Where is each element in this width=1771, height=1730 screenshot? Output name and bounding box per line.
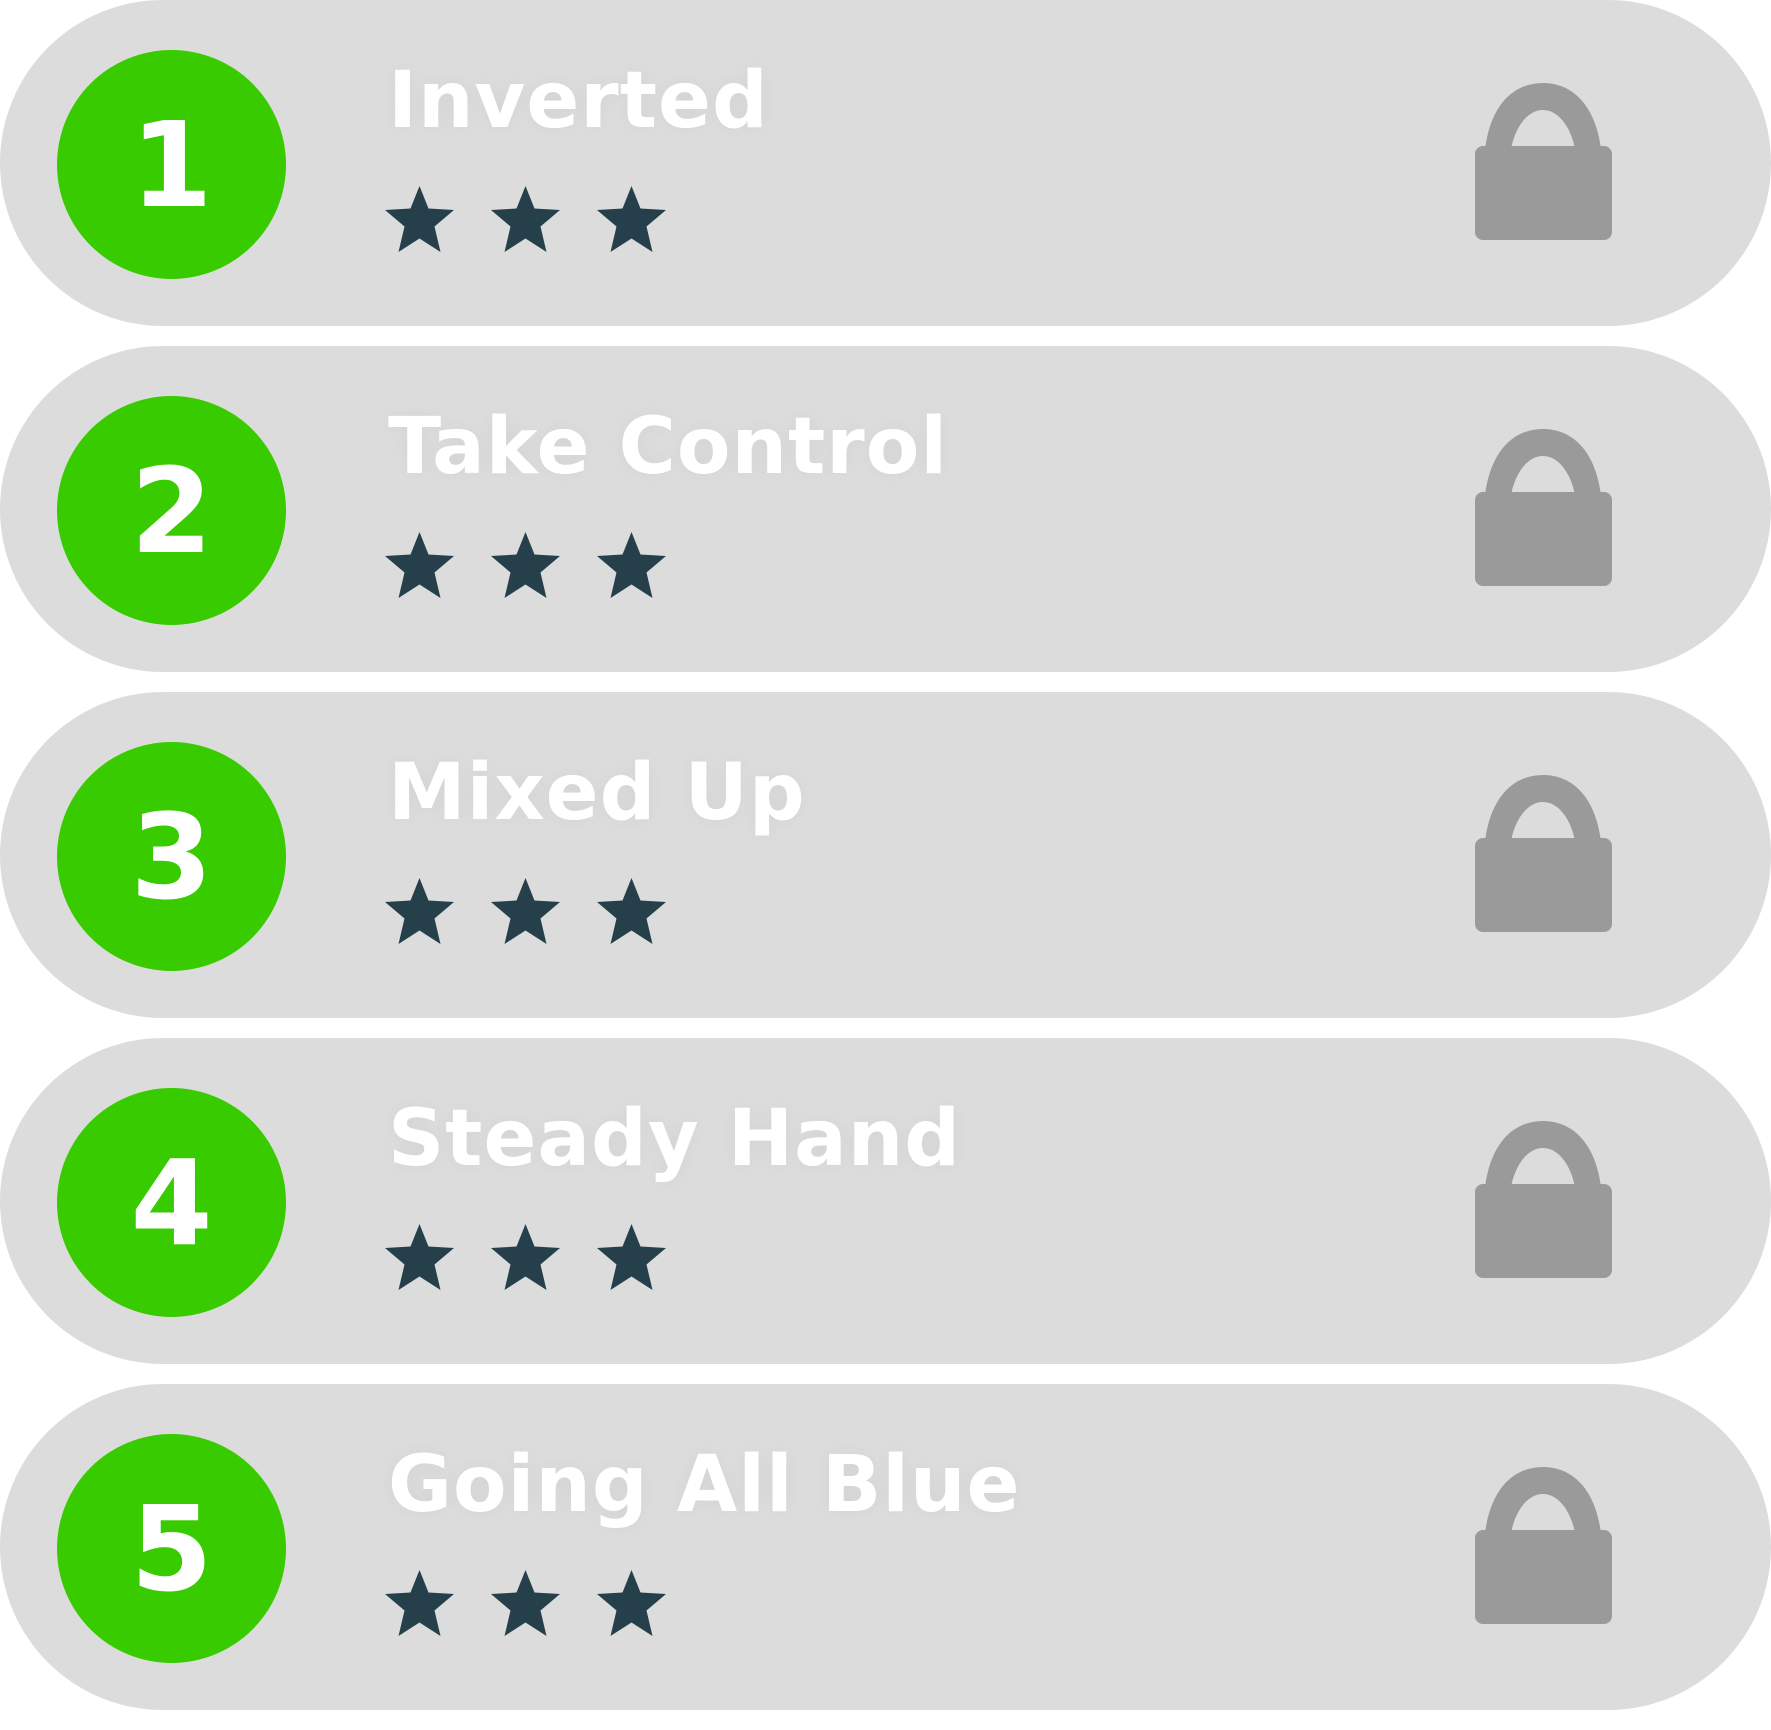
star-icon bbox=[491, 186, 560, 252]
level-number-badge: 3 bbox=[57, 742, 286, 971]
star-icon bbox=[385, 1570, 454, 1636]
level-number: 2 bbox=[130, 441, 213, 580]
star-icon bbox=[385, 1224, 454, 1290]
star-rating bbox=[382, 1567, 700, 1642]
level-list: 1 Inverted 2 Take Control 3 Mixed Up 4 S… bbox=[0, 0, 1771, 1730]
level-row-5[interactable]: 5 Going All Blue bbox=[0, 1384, 1771, 1710]
star-icon bbox=[597, 186, 666, 252]
level-title: Steady Hand bbox=[388, 1094, 962, 1184]
star-icon bbox=[491, 1224, 560, 1290]
level-row-2[interactable]: 2 Take Control bbox=[0, 346, 1771, 672]
star-icon bbox=[597, 1224, 666, 1290]
level-number: 5 bbox=[130, 1479, 213, 1618]
lock-icon bbox=[1475, 1467, 1612, 1624]
lock-icon bbox=[1475, 83, 1612, 240]
level-title: Take Control bbox=[388, 402, 949, 492]
level-number-badge: 4 bbox=[57, 1088, 286, 1317]
star-icon bbox=[597, 1570, 666, 1636]
level-number-badge: 1 bbox=[57, 50, 286, 279]
level-row-4[interactable]: 4 Steady Hand bbox=[0, 1038, 1771, 1364]
level-title: Inverted bbox=[388, 56, 769, 146]
level-row-1[interactable]: 1 Inverted bbox=[0, 0, 1771, 326]
star-rating bbox=[382, 875, 700, 950]
star-icon bbox=[491, 1570, 560, 1636]
level-row-3[interactable]: 3 Mixed Up bbox=[0, 692, 1771, 1018]
star-icon bbox=[491, 878, 560, 944]
star-rating bbox=[382, 529, 700, 604]
star-rating bbox=[382, 1221, 700, 1296]
star-icon bbox=[491, 532, 560, 598]
lock-icon bbox=[1475, 1121, 1612, 1278]
level-number: 1 bbox=[130, 95, 213, 234]
star-icon bbox=[385, 186, 454, 252]
star-icon bbox=[597, 878, 666, 944]
star-icon bbox=[597, 532, 666, 598]
star-rating bbox=[382, 183, 700, 258]
level-number-badge: 2 bbox=[57, 396, 286, 625]
level-number: 4 bbox=[130, 1133, 213, 1272]
star-icon bbox=[385, 878, 454, 944]
star-icon bbox=[385, 532, 454, 598]
level-number-badge: 5 bbox=[57, 1434, 286, 1663]
level-title: Mixed Up bbox=[388, 748, 806, 838]
lock-icon bbox=[1475, 775, 1612, 932]
level-number: 3 bbox=[130, 787, 213, 926]
level-title: Going All Blue bbox=[388, 1440, 1021, 1530]
lock-icon bbox=[1475, 429, 1612, 586]
